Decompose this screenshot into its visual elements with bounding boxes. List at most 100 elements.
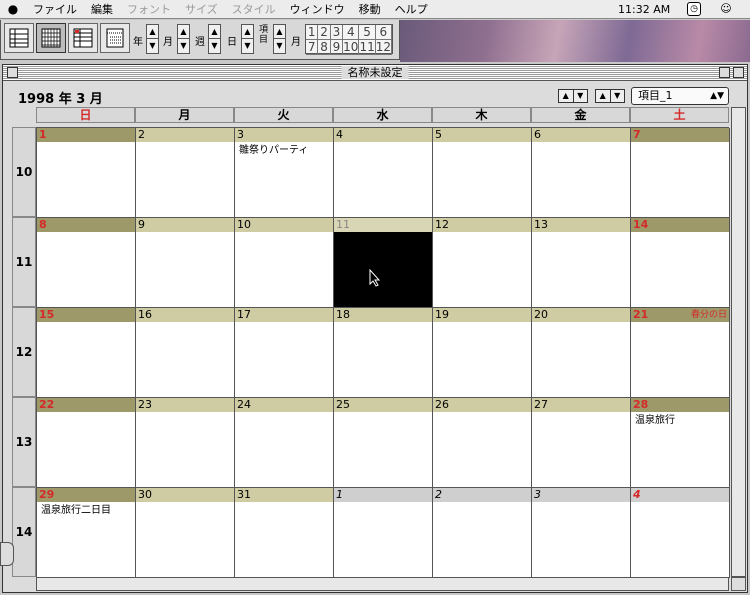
month-picker-cell[interactable]: 10: [343, 40, 360, 55]
event-item[interactable]: 雛祭りパーティ: [235, 142, 333, 160]
day-cell[interactable]: 23: [136, 398, 235, 488]
day-cell[interactable]: 18: [334, 308, 433, 398]
day-cell[interactable]: 11: [334, 218, 433, 308]
month-picker-cell[interactable]: 5: [359, 25, 376, 40]
menu-item[interactable]: ファイル: [26, 1, 84, 17]
day-cell[interactable]: 17: [235, 308, 334, 398]
year-prev-icon[interactable]: ▲: [559, 90, 574, 102]
day-cell[interactable]: 15: [37, 308, 136, 398]
window-titlebar[interactable]: 名称未設定: [3, 65, 747, 81]
month-prev-icon[interactable]: ▲: [596, 90, 611, 102]
month-picker-cell[interactable]: 8: [318, 40, 331, 55]
day-cell[interactable]: 1: [37, 128, 136, 218]
day-view-button[interactable]: [100, 23, 130, 53]
event-item[interactable]: 温泉旅行: [631, 412, 729, 430]
day-cell[interactable]: 26: [433, 398, 532, 488]
event-item[interactable]: 温泉旅行二日目: [37, 502, 135, 520]
month-label: 月: [163, 37, 173, 48]
month-view-button[interactable]: [36, 23, 66, 53]
day-cell[interactable]: 1: [334, 488, 433, 578]
week-number[interactable]: 11: [12, 217, 36, 307]
day-cell[interactable]: 31: [235, 488, 334, 578]
menu-item[interactable]: ウィンドウ: [283, 1, 352, 17]
day-cell[interactable]: 3: [532, 488, 631, 578]
day-cell[interactable]: 2: [433, 488, 532, 578]
month-picker-cell[interactable]: 12: [375, 40, 392, 55]
week-number[interactable]: 14: [12, 487, 36, 577]
year-next-icon[interactable]: ▼: [574, 90, 588, 102]
day-cell[interactable]: 8: [37, 218, 136, 308]
month-picker-cell[interactable]: 7: [306, 40, 319, 55]
menu-item[interactable]: 編集: [84, 1, 120, 17]
month-picker-cell[interactable]: 6: [375, 25, 392, 40]
day-cell[interactable]: 4: [334, 128, 433, 218]
finder-icon[interactable]: ☺: [716, 2, 736, 16]
day-stepper[interactable]: ▲ ▼: [241, 24, 254, 54]
month-picker-cell[interactable]: 9: [330, 40, 344, 55]
day-cell[interactable]: 12: [433, 218, 532, 308]
day-cell[interactable]: 9: [136, 218, 235, 308]
week-view-button[interactable]: [68, 23, 98, 53]
menu-item[interactable]: 移動: [352, 1, 388, 17]
zoom-box-icon[interactable]: [719, 67, 730, 78]
month-view-icon: [41, 28, 61, 48]
week-number[interactable]: 12: [12, 307, 36, 397]
day-number: 19: [435, 308, 449, 321]
month-picker-cell[interactable]: 1: [306, 25, 319, 40]
menu-item[interactable]: サイズ: [178, 1, 225, 17]
day-cell[interactable]: 25: [334, 398, 433, 488]
menu-item[interactable]: ヘルプ: [388, 1, 435, 17]
day-number: 17: [237, 308, 251, 321]
collapse-box-icon[interactable]: [733, 67, 744, 78]
menu-item[interactable]: フォント: [120, 1, 178, 17]
day-cell[interactable]: 3 雛祭りパーティ: [235, 128, 334, 218]
day-cell[interactable]: 22: [37, 398, 136, 488]
week-number[interactable]: 13: [12, 397, 36, 487]
day-cell[interactable]: 20: [532, 308, 631, 398]
day-cell[interactable]: 16: [136, 308, 235, 398]
day-number: 24: [237, 398, 251, 411]
year-nav[interactable]: ▲ ▼: [558, 89, 588, 103]
day-cell[interactable]: 30: [136, 488, 235, 578]
month-picker-cell[interactable]: 3: [330, 25, 344, 40]
week-number[interactable]: 10: [12, 127, 36, 217]
menubar-clock[interactable]: 11:32 AM: [618, 3, 670, 16]
day-cell[interactable]: 21 春分の日: [631, 308, 730, 398]
month-nav[interactable]: ▲ ▼: [595, 89, 625, 103]
day-cell[interactable]: 7: [631, 128, 730, 218]
day-cell[interactable]: 28 温泉旅行: [631, 398, 730, 488]
year-stepper[interactable]: ▲ ▼: [146, 24, 159, 54]
day-header: 12: [433, 218, 531, 232]
day-cell[interactable]: 6: [532, 128, 631, 218]
day-cell[interactable]: 29 温泉旅行二日目: [37, 488, 136, 578]
day-number: 29: [39, 488, 55, 501]
apple-menu-icon[interactable]: ●: [0, 2, 26, 16]
week-number-column: 10 11 12 13 14: [12, 127, 36, 577]
side-tab-handle[interactable]: [0, 542, 14, 566]
day-cell[interactable]: 10: [235, 218, 334, 308]
day-cell[interactable]: 4: [631, 488, 730, 578]
month-picker-cell[interactable]: 2: [318, 25, 331, 40]
day-cell[interactable]: 24: [235, 398, 334, 488]
close-box-icon[interactable]: [7, 67, 18, 78]
menu-item[interactable]: スタイル: [225, 1, 283, 17]
list-view-button[interactable]: [4, 23, 34, 53]
month-picker-cell[interactable]: 11: [359, 40, 376, 55]
month-stepper[interactable]: ▲ ▼: [177, 24, 190, 54]
day-cell[interactable]: 2: [136, 128, 235, 218]
item-stepper[interactable]: ▲ ▼: [273, 24, 286, 54]
day-cell[interactable]: 14: [631, 218, 730, 308]
app-switcher-icon[interactable]: ◷: [687, 2, 701, 16]
day-cell[interactable]: 13: [532, 218, 631, 308]
day-cell[interactable]: 19: [433, 308, 532, 398]
item-select[interactable]: 項目_1 ▲▼: [631, 87, 729, 105]
day-cell[interactable]: 27: [532, 398, 631, 488]
day-number: 21: [633, 308, 649, 321]
resize-grip-icon[interactable]: [731, 577, 746, 591]
day-cell[interactable]: 5: [433, 128, 532, 218]
month-next-icon[interactable]: ▼: [611, 90, 625, 102]
horizontal-scrollbar[interactable]: [36, 577, 729, 591]
week-stepper[interactable]: ▲ ▼: [208, 24, 221, 54]
vertical-scrollbar[interactable]: [731, 107, 746, 577]
month-picker-cell[interactable]: 4: [343, 25, 360, 40]
